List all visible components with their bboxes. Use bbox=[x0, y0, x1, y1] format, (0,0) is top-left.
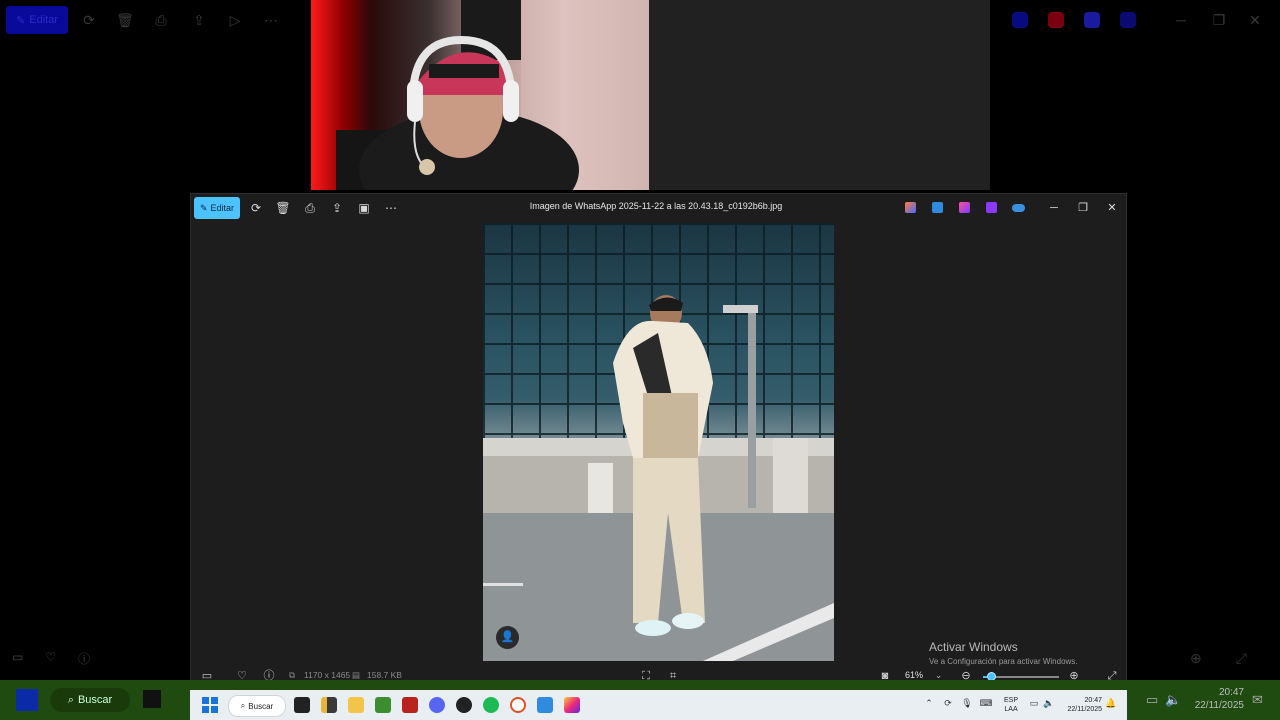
minimize-icon: ─ bbox=[1176, 12, 1186, 28]
microphone-icon[interactable]: 🎙 bbox=[960, 698, 974, 709]
slideshow-icon: ▷ bbox=[229, 12, 241, 28]
discord-icon[interactable] bbox=[429, 697, 445, 713]
spotify-icon[interactable] bbox=[483, 697, 499, 713]
close-icon: ✕ bbox=[1249, 12, 1261, 28]
outer-search-label: Buscar bbox=[77, 694, 113, 706]
sync-icon[interactable]: ⟳ bbox=[941, 698, 955, 709]
outer-search-box[interactable]: ⌕ Buscar bbox=[50, 688, 130, 712]
background-bottom-right: ⊕ ⤢ bbox=[1190, 650, 1270, 670]
search-icon: ⌕ bbox=[67, 693, 74, 706]
heart-icon: ♡ bbox=[45, 650, 57, 664]
notification-icon[interactable]: 🔔 bbox=[1104, 698, 1118, 709]
search-box[interactable]: ⌕ Buscar bbox=[228, 695, 286, 717]
keyboard-icon[interactable]: ⌨ bbox=[979, 698, 993, 709]
more-icon: ⋯ bbox=[264, 12, 278, 28]
obs-icon[interactable] bbox=[456, 697, 472, 713]
inner-time: 20:47 bbox=[1084, 697, 1102, 704]
photo-canvas[interactable]: 👤 bbox=[483, 223, 834, 661]
background-edit-button: ✎ Editar bbox=[6, 6, 68, 34]
file-size: 158.7 KB bbox=[367, 670, 402, 680]
print-icon: ⎙ bbox=[155, 12, 167, 28]
edit-button[interactable]: ✎ Editar bbox=[194, 197, 240, 219]
language-indicator[interactable]: ESP LAA bbox=[1004, 696, 1018, 714]
print-icon[interactable]: ⎙ bbox=[301, 199, 319, 217]
chevron-up-icon[interactable]: ⌃ bbox=[922, 698, 936, 709]
notepad-icon[interactable] bbox=[321, 697, 337, 713]
search-icon: ⌕ bbox=[240, 701, 246, 710]
fullscreen-icon: ⤢ bbox=[1235, 650, 1247, 666]
search-label: Buscar bbox=[248, 701, 274, 711]
more-icon[interactable]: ⋯ bbox=[382, 199, 400, 217]
image-dimensions: 1170 x 1465 bbox=[304, 670, 351, 680]
background-edit-label: Editar bbox=[29, 14, 58, 26]
zoom-in-icon: ⊕ bbox=[1190, 650, 1202, 666]
photos-window: ✎ Editar ⟳ 🗑 ⎙ ⇪ ▣ ⋯ Imagen de WhatsApp … bbox=[190, 193, 1127, 690]
rotate-icon[interactable]: ⟳ bbox=[247, 199, 265, 217]
zoom-value[interactable]: 61% bbox=[905, 670, 923, 680]
share-icon[interactable]: ⇪ bbox=[328, 199, 346, 217]
maximize-icon: ❐ bbox=[1212, 12, 1226, 28]
webcam-person bbox=[336, 0, 649, 190]
webcam-feed bbox=[311, 0, 649, 190]
lang-top: ESP bbox=[1004, 697, 1019, 704]
instagram-icon[interactable] bbox=[564, 697, 580, 713]
photos-icon[interactable] bbox=[537, 697, 553, 713]
designer-icon[interactable] bbox=[986, 202, 997, 213]
clipchamp-icon bbox=[1084, 12, 1100, 28]
network-icon[interactable]: ▭ bbox=[1146, 692, 1158, 708]
filmstrip-icon: ▭ bbox=[12, 650, 24, 664]
inner-taskbar: ⌕ Buscar ⌃ ⟳ 🎙 ⌨ ESP LAA ▭ 🔈 20:47 22/11… bbox=[190, 690, 1127, 720]
rotate-icon: ⟳ bbox=[83, 12, 95, 28]
inner-clock[interactable]: 20:47 22/11/2025 bbox=[1062, 696, 1102, 714]
network-icon[interactable]: ▭ bbox=[1027, 698, 1041, 709]
task-view-icon[interactable] bbox=[143, 690, 161, 708]
opera-icon[interactable] bbox=[510, 697, 526, 713]
background-bottom-icons: ▭ ♡ ⓘ bbox=[12, 650, 132, 670]
volume-icon[interactable]: 🔈 bbox=[1165, 692, 1181, 708]
maximize-button[interactable]: ❐ bbox=[1072, 199, 1094, 217]
people-tag-icon[interactable]: 👤 bbox=[496, 626, 519, 649]
outer-start-icon[interactable] bbox=[16, 689, 38, 711]
edit-icon: ✎ bbox=[16, 14, 26, 27]
onedrive-icon bbox=[1120, 12, 1136, 28]
start-icon[interactable] bbox=[202, 697, 218, 713]
photo-scene bbox=[483, 295, 834, 661]
volume-icon[interactable]: 🔈 bbox=[1042, 698, 1056, 709]
window-title: Imagen de WhatsApp 2025-11-22 a las 20.4… bbox=[529, 201, 783, 211]
minecraft-icon[interactable] bbox=[375, 697, 391, 713]
paint-icon[interactable] bbox=[932, 202, 943, 213]
onedrive-icon[interactable] bbox=[1012, 204, 1025, 212]
file-explorer-icon[interactable] bbox=[348, 697, 364, 713]
title-bar: ✎ Editar ⟳ 🗑 ⎙ ⇪ ▣ ⋯ Imagen de WhatsApp … bbox=[191, 194, 1128, 222]
close-button[interactable]: ✕ bbox=[1101, 199, 1123, 217]
info-icon: ⓘ bbox=[78, 652, 91, 666]
paint-icon bbox=[1048, 12, 1064, 28]
watermark-title: Activar Windows bbox=[929, 640, 1018, 654]
lang-bottom: LAA bbox=[1004, 706, 1018, 713]
notification-icon[interactable]: ✉ bbox=[1252, 692, 1263, 708]
slideshow-icon[interactable]: ▣ bbox=[355, 199, 373, 217]
edit-label: Editar bbox=[210, 203, 235, 213]
outer-date: 22/11/2025 bbox=[1194, 700, 1244, 711]
task-view-icon[interactable] bbox=[294, 697, 310, 713]
outer-clock[interactable]: 20:47 22/11/2025 bbox=[1188, 686, 1244, 712]
minimize-button[interactable]: ─ bbox=[1043, 199, 1065, 217]
edit-icon: ✎ bbox=[199, 202, 208, 213]
trash-icon[interactable]: 🗑 bbox=[274, 199, 292, 217]
trash-icon: 🗑 bbox=[116, 12, 134, 28]
app-red-icon[interactable] bbox=[402, 697, 418, 713]
copilot-icon[interactable] bbox=[905, 202, 916, 213]
outer-time: 20:47 bbox=[1218, 687, 1244, 698]
dark-panel bbox=[649, 0, 990, 190]
clipchamp-icon[interactable] bbox=[959, 202, 970, 213]
copilot-icon bbox=[1012, 12, 1028, 28]
inner-date: 22/11/2025 bbox=[1067, 706, 1102, 713]
share-icon: ⇪ bbox=[193, 12, 205, 28]
